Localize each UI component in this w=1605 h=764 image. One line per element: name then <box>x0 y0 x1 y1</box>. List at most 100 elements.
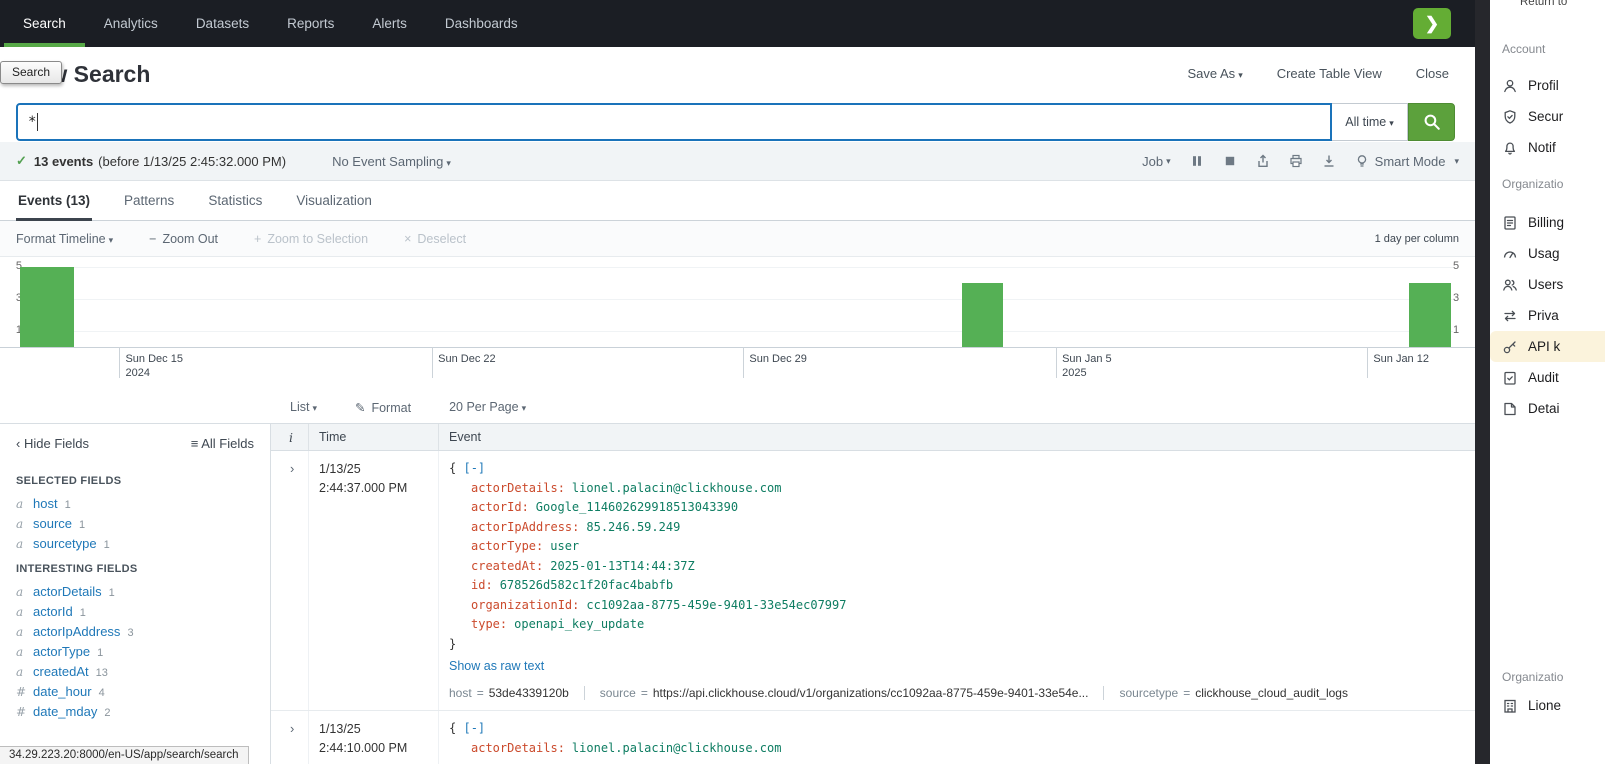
json-value[interactable]: 678526d582c1f20fac4babfb <box>500 578 673 592</box>
tab[interactable]: Events (13) <box>16 181 92 220</box>
timeline-bar[interactable] <box>20 267 74 347</box>
menu-item-security[interactable]: Secur <box>1490 101 1605 132</box>
nav-item[interactable]: Reports <box>268 0 353 47</box>
pause-button[interactable] <box>1190 154 1204 168</box>
x-tick-label: Sun Jan 12 <box>1367 352 1429 366</box>
event-expander[interactable]: › <box>271 711 308 764</box>
menu-item-billing[interactable]: Billing <box>1490 207 1605 238</box>
show-raw-text-link[interactable]: Show as raw text <box>449 659 544 673</box>
json-value[interactable]: cc1092aa-8775-459e-9401-33e54ec07997 <box>586 598 846 612</box>
meta-value[interactable]: https://api.clickhouse.cloud/v1/organiza… <box>653 686 1089 700</box>
field-name-link[interactable]: date_hour <box>33 684 92 699</box>
collapse-json-link[interactable]: [-] <box>463 461 485 475</box>
save-as-button[interactable]: Save As▾ <box>1187 66 1242 81</box>
meta-value[interactable]: clickhouse_cloud_audit_logs <box>1195 686 1348 700</box>
nav-item[interactable]: Datasets <box>177 0 268 47</box>
field-name-link[interactable]: actorType <box>33 644 90 659</box>
field-name-link[interactable]: date_mday <box>33 704 97 719</box>
timeline-scale-label: 1 day per column <box>1375 233 1459 245</box>
menu-item-audit[interactable]: Audit <box>1490 362 1605 393</box>
timeline-bar[interactable] <box>1409 283 1451 347</box>
nav-item[interactable]: Analytics <box>85 0 177 47</box>
collapse-json-link[interactable]: [-] <box>463 721 485 735</box>
json-value[interactable]: 85.246.59.249 <box>586 520 680 534</box>
json-value[interactable]: openapi_key_update <box>514 617 644 631</box>
splunk-logo-button[interactable]: ❯ <box>1413 8 1451 39</box>
json-key[interactable]: actorDetails: <box>471 741 565 755</box>
json-key[interactable]: actorType: <box>471 539 543 553</box>
share-button[interactable] <box>1256 154 1270 168</box>
json-value[interactable]: Google_114602629918513043390 <box>536 500 738 514</box>
tab[interactable]: Visualization <box>294 181 374 220</box>
document-icon <box>1502 401 1518 417</box>
menu-item-users[interactable]: Users <box>1490 269 1605 300</box>
format-button[interactable]: ✎Format <box>355 400 411 415</box>
json-key[interactable]: organizationId: <box>471 598 579 612</box>
search-button[interactable] <box>1408 103 1455 141</box>
hide-fields-link[interactable]: ‹ Hide Fields <box>16 436 89 451</box>
event-sampling-dropdown[interactable]: No Event Sampling▾ <box>332 154 451 169</box>
smart-mode-toggle[interactable]: Smart Mode▾ <box>1355 154 1459 169</box>
list-view-dropdown[interactable]: List▾ <box>290 400 317 414</box>
json-value[interactable]: 2025-01-13T14:44:37Z <box>550 559 695 573</box>
export-button[interactable] <box>1322 154 1336 168</box>
json-key[interactable]: type: <box>471 617 507 631</box>
print-button[interactable] <box>1289 154 1303 168</box>
users-icon <box>1502 277 1518 293</box>
json-key[interactable]: id: <box>471 578 493 592</box>
caret-down-icon: ▾ <box>1389 118 1394 128</box>
stop-button[interactable] <box>1223 154 1237 168</box>
shield-check-icon <box>1502 109 1518 125</box>
json-key[interactable]: actorDetails: <box>471 481 565 495</box>
nav-item[interactable]: Dashboards <box>426 0 537 47</box>
menu-item-details[interactable]: Detai <box>1490 393 1605 424</box>
json-value[interactable]: user <box>550 539 579 553</box>
meta-value[interactable]: 53de4339120b <box>489 686 569 700</box>
field-count: 1 <box>65 499 71 511</box>
field-name-link[interactable]: host <box>33 496 58 511</box>
field-name-link[interactable]: actorDetails <box>33 584 102 599</box>
search-input[interactable]: * <box>16 103 1332 141</box>
json-open-line: { [-] <box>449 459 1461 479</box>
zoom-out-button[interactable]: −Zoom Out <box>149 232 218 246</box>
json-field-line: createdAt: 2025-01-13T14:44:37Z <box>449 557 1461 577</box>
field-name-link[interactable]: actorId <box>33 604 73 619</box>
field-name-link[interactable]: sourcetype <box>33 536 97 551</box>
field-name-link[interactable]: createdAt <box>33 664 89 679</box>
json-key[interactable]: createdAt: <box>471 559 543 573</box>
json-key[interactable]: actorIpAddress: <box>471 520 579 534</box>
menu-item-notifications[interactable]: Notif <box>1490 132 1605 163</box>
return-link[interactable]: Return to <box>1520 0 1567 8</box>
pause-icon <box>1190 154 1204 168</box>
menu-item-private-endpoints[interactable]: Priva <box>1490 300 1605 331</box>
field-type-icon: a <box>16 645 26 659</box>
tab[interactable]: Statistics <box>206 181 264 220</box>
json-key[interactable]: actorId: <box>471 500 529 514</box>
per-page-dropdown[interactable]: 20 Per Page▾ <box>449 400 526 414</box>
field-row: a sourcetype 1 <box>0 533 270 553</box>
menu-item-api-keys[interactable]: API k <box>1490 331 1605 362</box>
screen: Search Analytics Datasets Reports Alerts… <box>0 0 1605 764</box>
menu-item-organization[interactable]: Lione <box>1490 690 1605 721</box>
all-fields-link[interactable]: ≡ All Fields <box>191 436 254 451</box>
close-button[interactable]: Close <box>1416 66 1449 81</box>
event-time: 1/13/25 2:44:10.000 PM <box>308 711 438 764</box>
field-name-link[interactable]: source <box>33 516 72 531</box>
nav-item[interactable]: Search <box>4 0 85 47</box>
nav-item[interactable]: Alerts <box>353 0 426 47</box>
format-timeline-dropdown[interactable]: Format Timeline▾ <box>16 232 113 246</box>
event-expander[interactable]: › <box>271 451 308 710</box>
json-value[interactable]: lionel.palacin@clickhouse.com <box>572 481 782 495</box>
tab[interactable]: Patterns <box>122 181 176 220</box>
field-name-link[interactable]: actorIpAddress <box>33 624 120 639</box>
field-type-icon: a <box>16 665 26 679</box>
audit-check-icon <box>1502 370 1518 386</box>
menu-item-profile[interactable]: Profil <box>1490 70 1605 101</box>
timeline-bar[interactable] <box>962 283 1003 347</box>
menu-item-usage[interactable]: Usag <box>1490 238 1605 269</box>
caret-down-icon: ▾ <box>522 403 527 413</box>
create-table-view-button[interactable]: Create Table View <box>1277 66 1382 81</box>
json-value[interactable]: lionel.palacin@clickhouse.com <box>572 741 782 755</box>
time-range-picker[interactable]: All time▾ <box>1332 103 1408 141</box>
job-menu[interactable]: Job▾ <box>1142 154 1171 169</box>
